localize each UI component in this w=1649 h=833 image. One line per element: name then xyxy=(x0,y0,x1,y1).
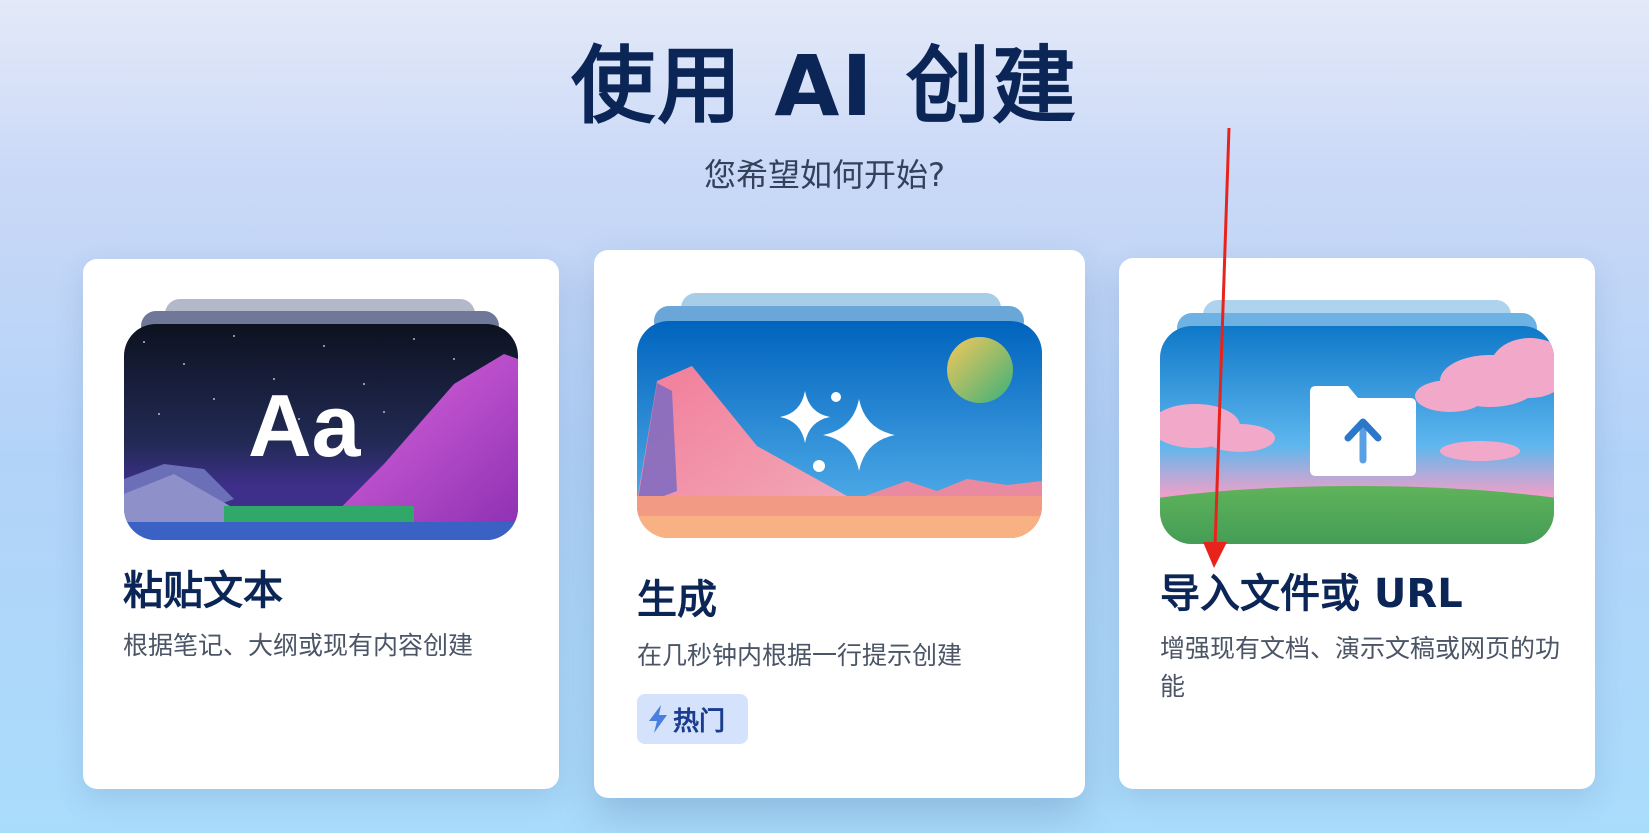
import-description: 增强现有文档、演示文稿或网页的功能 xyxy=(1160,634,1561,701)
generate-illustration xyxy=(637,321,1042,538)
page-title: 使用 AI 创建 xyxy=(571,37,1078,135)
import-card[interactable]: 导入文件或 URL 增强现有文档、演示文稿或网页的功能 xyxy=(1119,258,1595,789)
page-subtitle: 您希望如何开始? xyxy=(704,156,945,194)
folder-upload-icon xyxy=(1310,386,1416,476)
popular-badge: 热门 xyxy=(637,694,748,744)
generate-title: 生成 xyxy=(637,577,717,623)
paste-text-description: 根据笔记、大纲或现有内容创建 xyxy=(123,631,474,660)
popular-badge-label: 热门 xyxy=(673,706,726,737)
generate-card[interactable]: 生成 在几秒钟内根据一行提示创建 热门 xyxy=(594,250,1085,798)
generate-description: 在几秒钟内根据一行提示创建 xyxy=(637,641,963,670)
import-illustration xyxy=(1160,326,1554,544)
text-aa-icon: Aa xyxy=(248,376,361,475)
paste-text-title: 粘贴文本 xyxy=(123,568,283,614)
import-title: 导入文件或 URL xyxy=(1160,571,1463,617)
paste-text-card[interactable]: Aa 粘贴文本 根据笔记、大纲或现有内容创建 xyxy=(83,259,559,789)
lightning-icon xyxy=(649,705,667,733)
paste-text-illustration: Aa xyxy=(124,324,518,540)
